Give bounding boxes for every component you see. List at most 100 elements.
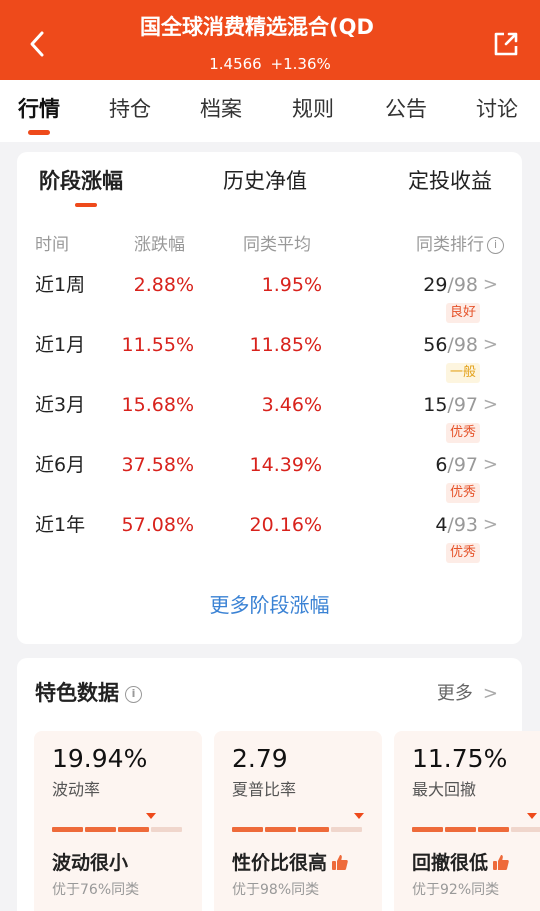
feature-item[interactable]: 2.79 夏普比率 性价比很高 优于98%同类 <box>214 731 382 911</box>
row-rank: 4/93 <box>435 510 478 540</box>
subtab-sip-returns[interactable]: 定投收益 <box>408 166 492 196</box>
share-icon <box>494 32 518 56</box>
info-icon[interactable]: i <box>487 237 504 254</box>
info-icon[interactable]: i <box>125 686 142 703</box>
chevron-right-icon: > <box>482 334 498 355</box>
percentile-meter <box>52 813 182 832</box>
row-category-avg: 11.85% <box>249 334 322 356</box>
row-period: 近1年 <box>35 514 86 536</box>
row-change: 57.08% <box>121 514 194 536</box>
feature-label: 波动率 <box>52 780 101 799</box>
tab-holdings[interactable]: 持仓 <box>109 94 151 124</box>
header-category-rank-wrap: 同类排行 i <box>416 232 504 258</box>
chevron-right-icon: > <box>482 274 498 295</box>
row-change: 15.68% <box>121 394 194 416</box>
subtab-historical-nav[interactable]: 历史净值 <box>223 166 307 196</box>
chevron-right-icon: > <box>482 454 498 475</box>
row-rank-total: /98 <box>447 334 478 356</box>
tab-profile[interactable]: 档案 <box>200 94 242 124</box>
share-button[interactable] <box>486 24 526 64</box>
rank-level-badge: 优秀 <box>445 543 480 563</box>
row-rank-value: 56 <box>423 334 448 356</box>
feature-data-card: 特色数据 i 更多 > 19.94% 波动率 波动很小 优于76%同类 2.79 夏普比率 性价… <box>17 658 540 911</box>
main-tabs: 行情 持仓 档案 规则 公告 讨论 <box>0 80 540 142</box>
fund-title: 国全球消费精选混合(QD <box>140 15 374 39</box>
meter-segment <box>52 827 83 832</box>
feature-verdict-wrap: 回撤很低 <box>412 849 510 877</box>
meter-segment <box>265 827 296 832</box>
row-category-avg: 20.16% <box>249 514 322 536</box>
fund-daily-change: +1.36% <box>270 55 331 73</box>
feature-value: 19.94% <box>52 744 148 773</box>
tab-discussion[interactable]: 讨论 <box>476 94 518 124</box>
feature-more-label: 更多 <box>436 683 473 704</box>
table-row[interactable]: 近6月 37.58% 14.39% 6/97 > 优秀 <box>17 450 522 508</box>
meter-segment <box>118 827 149 832</box>
row-rank: 56/98 <box>423 330 478 360</box>
tab-rules[interactable]: 规则 <box>292 94 334 124</box>
chevron-right-icon: > <box>482 514 498 535</box>
meter-pointer-icon <box>527 813 537 819</box>
subtab-stage-returns[interactable]: 阶段涨幅 <box>39 166 123 196</box>
percentile-meter <box>232 813 364 832</box>
table-row[interactable]: 近1年 57.08% 20.16% 4/93 > 优秀 <box>17 510 522 568</box>
percentile-meter <box>412 813 540 832</box>
top-bar: 国全球消费精选混合(QD 1.4566 +1.36% <box>0 0 540 80</box>
header-period: 时间 <box>35 235 69 255</box>
performance-card: 阶段涨幅 历史净值 定投收益 时间 涨跌幅 同类平均 同类排行 i 近1周 2.88… <box>17 152 522 644</box>
row-rank: 15/97 <box>423 390 478 420</box>
feature-value: 11.75% <box>412 744 508 773</box>
table-row[interactable]: 近3月 15.68% 3.46% 15/97 > 优秀 <box>17 390 522 448</box>
feature-data-title: 特色数据 <box>35 681 119 705</box>
row-category-avg: 1.95% <box>261 274 322 296</box>
feature-item[interactable]: 19.94% 波动率 波动很小 优于76%同类 <box>34 731 202 911</box>
feature-rank-text: 优于98%同类 <box>232 882 320 898</box>
thumbs-up-icon <box>493 855 509 870</box>
chevron-right-icon: > <box>482 394 498 415</box>
chevron-right-icon: > <box>482 683 498 704</box>
feature-more-button[interactable]: 更多 > <box>437 680 498 708</box>
rank-level-badge: 优秀 <box>445 483 480 503</box>
row-rank-value: 6 <box>435 454 448 476</box>
feature-rank-text: 优于76%同类 <box>52 882 140 898</box>
row-period: 近1周 <box>35 274 86 296</box>
more-stage-returns-link[interactable]: 更多阶段涨幅 <box>17 590 522 620</box>
feature-label: 最大回撤 <box>412 780 477 799</box>
row-period: 近3月 <box>35 394 86 416</box>
fund-nav-line: 1.4566 +1.36% <box>0 52 540 76</box>
meter-segment <box>511 827 540 832</box>
meter-segment <box>331 827 362 832</box>
table-row[interactable]: 近1周 2.88% 1.95% 29/98 > 良好 <box>17 270 522 328</box>
meter-segment <box>85 827 116 832</box>
tab-market[interactable]: 行情 <box>18 94 60 124</box>
row-category-avg: 3.46% <box>261 394 322 416</box>
header-change: 涨跌幅 <box>134 235 185 255</box>
row-change: 11.55% <box>121 334 194 356</box>
meter-segment <box>232 827 263 832</box>
meter-segment <box>478 827 509 832</box>
header-category-avg: 同类平均 <box>243 235 311 255</box>
row-rank-total: /93 <box>447 514 478 536</box>
feature-label: 夏普比率 <box>232 780 297 799</box>
feature-item[interactable]: 11.75% 最大回撤回撤很低优于92%同类 <box>394 731 540 911</box>
table-row[interactable]: 近1月 11.55% 11.85% 56/98 > 一般 <box>17 330 522 388</box>
performance-subtabs: 阶段涨幅 历史净值 定投收益 <box>17 166 522 206</box>
rank-level-badge: 良好 <box>445 303 480 323</box>
row-period: 近1月 <box>35 334 86 356</box>
feature-rank-text: 优于92%同类 <box>412 882 500 898</box>
tab-announcements[interactable]: 公告 <box>385 94 427 124</box>
thumbs-up-icon <box>332 855 348 870</box>
row-rank-total: /97 <box>447 454 478 476</box>
row-rank-total: /98 <box>447 274 478 296</box>
feature-verdict: 回撤很低 <box>412 852 489 874</box>
active-tab-indicator <box>28 130 50 135</box>
rank-level-badge: 优秀 <box>445 423 480 443</box>
row-change: 2.88% <box>133 274 194 296</box>
row-period: 近6月 <box>35 454 86 476</box>
meter-segment <box>412 827 443 832</box>
table-header: 时间 涨跌幅 同类平均 同类排行 i <box>17 232 522 258</box>
feature-verdict-wrap: 性价比很高 <box>232 849 349 877</box>
row-rank-total: /97 <box>447 394 478 416</box>
row-rank-value: 29 <box>423 274 448 296</box>
meter-segment <box>445 827 476 832</box>
